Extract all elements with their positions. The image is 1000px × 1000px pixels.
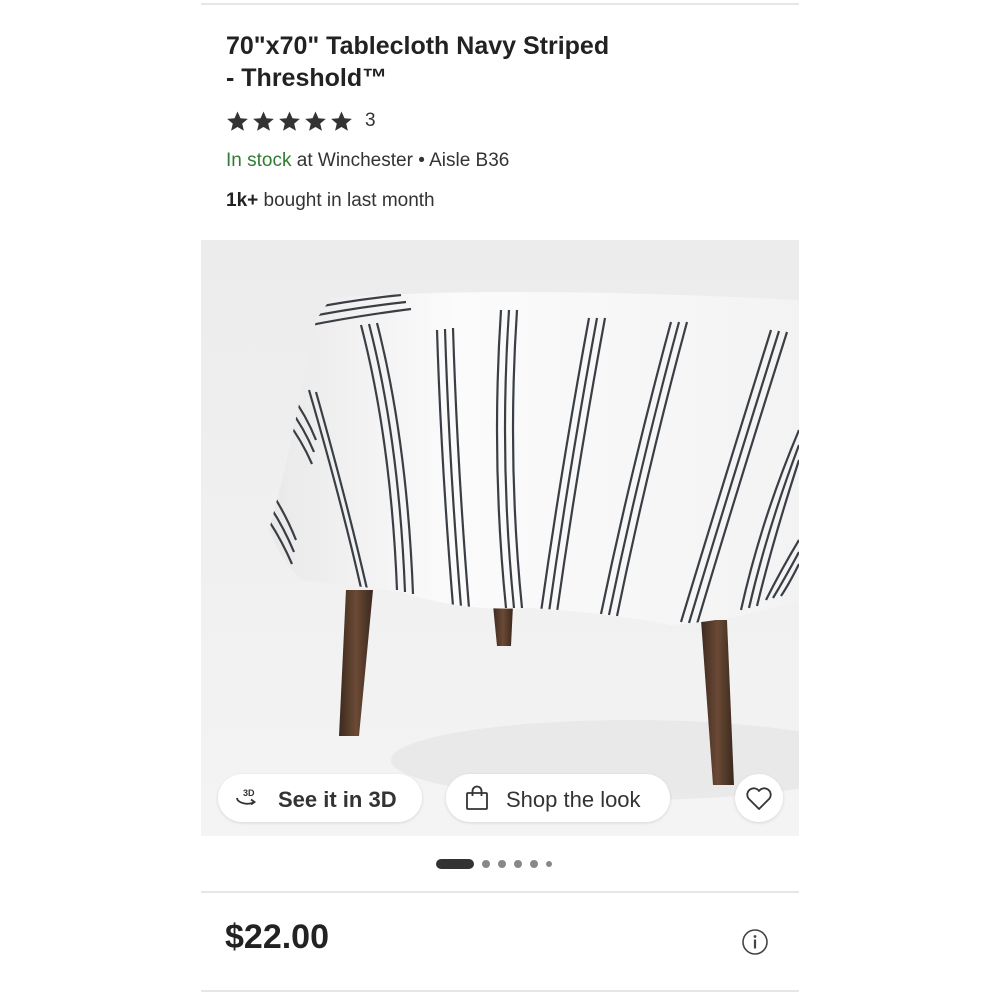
product-panel: 70"x70" Tablecloth Navy Striped - Thresh…: [201, 0, 799, 1000]
star-rating: [226, 110, 353, 133]
star-icon: [305, 110, 326, 131]
bought-info: 1k+ bought in last month: [226, 190, 435, 212]
3d-icon-text: 3D: [243, 788, 255, 798]
carousel-dot[interactable]: [546, 861, 552, 867]
carousel-dot[interactable]: [498, 860, 506, 868]
info-icon[interactable]: [741, 928, 769, 956]
rating-row[interactable]: 3: [226, 108, 376, 134]
product-image[interactable]: [201, 240, 799, 836]
star-icon: [227, 110, 248, 131]
section-divider: [201, 891, 799, 893]
product-title-line-1: 70"x70" Tablecloth Navy Striped: [226, 32, 610, 60]
carousel-dot[interactable]: [530, 860, 538, 868]
star-icon: [331, 110, 352, 131]
shopping-bag-icon: [466, 785, 488, 810]
carousel-dot[interactable]: [514, 860, 522, 868]
carousel-dot-active[interactable]: [436, 859, 474, 869]
product-title-line-2: - Threshold™: [226, 64, 388, 92]
product-title: 70"x70" Tablecloth Navy Striped - Thresh…: [226, 30, 686, 94]
see-in-3d-button[interactable]: 3D See it in 3D: [218, 774, 422, 822]
top-divider: [201, 3, 799, 5]
shop-the-look-button[interactable]: Shop the look: [446, 774, 670, 822]
rating-count: 3: [365, 110, 376, 131]
heart-icon: [746, 787, 772, 810]
3d-rotate-icon: 3D: [236, 788, 257, 806]
carousel-dot[interactable]: [482, 860, 490, 868]
shop-the-look-label: Shop the look: [506, 787, 641, 812]
bottom-divider: [201, 990, 799, 992]
star-icon: [279, 110, 300, 131]
carousel-pagination[interactable]: [436, 859, 552, 869]
store-location[interactable]: at Winchester • Aisle B36: [297, 150, 510, 171]
favorite-button[interactable]: [735, 774, 783, 822]
stock-info: In stock at Winchester • Aisle B36: [226, 150, 509, 172]
product-image-gallery[interactable]: 3D See it in 3D Shop the look: [201, 240, 799, 836]
bought-text: bought in last month: [263, 190, 435, 211]
bought-count: 1k+: [226, 190, 259, 211]
stock-status: In stock: [226, 150, 292, 171]
see-in-3d-label: See it in 3D: [278, 787, 397, 812]
star-icon: [253, 110, 274, 131]
product-price: $22.00: [225, 918, 329, 956]
